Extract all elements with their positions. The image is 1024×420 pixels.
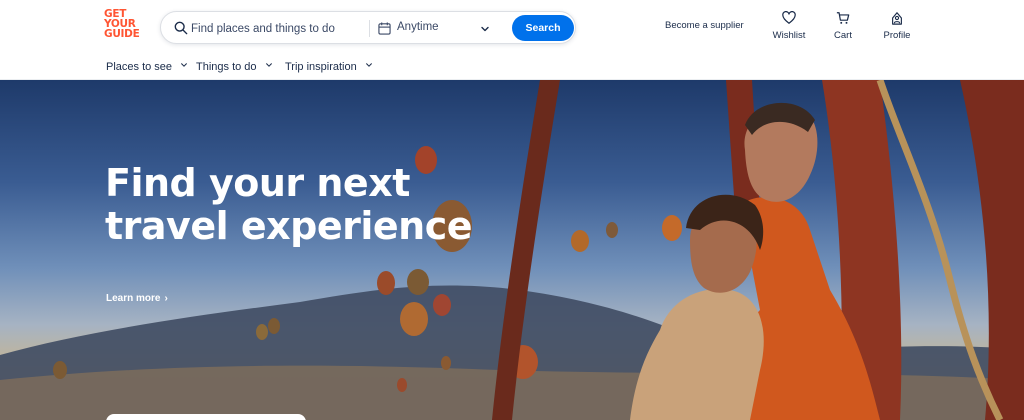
- search-bar: Anytime Search: [160, 11, 576, 44]
- profile-button[interactable]: Profile: [872, 11, 922, 41]
- chevron-down-icon: [265, 63, 272, 67]
- category-nav: Places to see Things to do Trip inspirat…: [0, 54, 1024, 80]
- learn-more-link[interactable]: Learn more ›: [106, 293, 168, 304]
- date-picker[interactable]: Anytime: [376, 16, 501, 41]
- become-supplier-link[interactable]: Become a supplier: [665, 20, 744, 31]
- wishlist-label: Wishlist: [772, 30, 806, 41]
- nav-trip-inspiration[interactable]: Trip inspiration: [285, 61, 373, 73]
- search-button[interactable]: Search: [512, 15, 574, 41]
- chevron-down-icon: [181, 63, 188, 67]
- calendar-icon: [378, 22, 391, 35]
- hero-banner: Find your next travel experience Learn m…: [0, 80, 1024, 420]
- wishlist-button[interactable]: Wishlist: [764, 11, 814, 41]
- hero-image: [0, 80, 1024, 420]
- logo[interactable]: GET YOUR GUIDE: [104, 9, 144, 40]
- cart-icon: [836, 12, 850, 24]
- chevron-down-icon: [365, 63, 372, 67]
- learn-more-label: Learn more: [106, 293, 161, 304]
- profile-icon: [892, 12, 902, 25]
- hero-card-edge: [106, 414, 306, 420]
- date-label: Anytime: [397, 21, 439, 33]
- nav-places-to-see-label: Places to see: [106, 61, 173, 73]
- nav-places-to-see[interactable]: Places to see: [106, 61, 188, 73]
- cart-button[interactable]: Cart: [818, 11, 868, 41]
- search-icon: [174, 21, 188, 35]
- nav-things-to-do[interactable]: Things to do: [196, 61, 273, 73]
- chevron-down-icon: [481, 26, 489, 32]
- header: GET YOUR GUIDE Anytime Search Become a s…: [0, 0, 1024, 54]
- search-divider: [369, 20, 370, 37]
- chevron-right-icon: ›: [164, 293, 168, 304]
- nav-trip-inspiration-label: Trip inspiration: [285, 61, 357, 73]
- hero-title: Find your next travel experience: [105, 161, 473, 248]
- cart-label: Cart: [834, 30, 852, 41]
- profile-label: Profile: [883, 30, 911, 41]
- nav-things-to-do-label: Things to do: [196, 61, 257, 73]
- logo-line-3: GUIDE: [104, 28, 140, 40]
- search-input[interactable]: [191, 20, 371, 37]
- heart-icon: [782, 11, 796, 24]
